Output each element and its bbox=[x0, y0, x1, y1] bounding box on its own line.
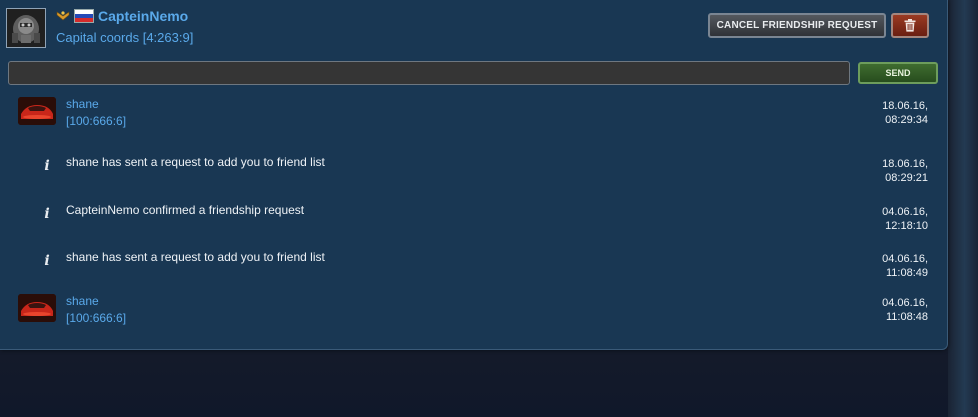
robot-avatar-icon bbox=[7, 9, 45, 47]
profile-avatar[interactable] bbox=[6, 8, 46, 48]
system-message-text: shane has sent a request to add you to f… bbox=[66, 155, 325, 169]
system-message-text: shane has sent a request to add you to f… bbox=[66, 250, 325, 264]
message-time: 11:08:48 bbox=[885, 311, 928, 323]
sender-name[interactable]: shane bbox=[66, 294, 99, 308]
rank-insignia-icon bbox=[56, 9, 70, 21]
send-button[interactable]: SEND bbox=[858, 62, 938, 84]
sender-name[interactable]: shane bbox=[66, 97, 99, 111]
message-time: 08:29:21 bbox=[885, 172, 928, 184]
message-date: 18.06.16, bbox=[882, 158, 928, 170]
message-row: shane [100:666:6] 04.06.16, 11:08:48 bbox=[0, 294, 947, 328]
message-date: 04.06.16, bbox=[882, 253, 928, 265]
message-date: 04.06.16, bbox=[882, 206, 928, 218]
message-row: i shane has sent a request to add you to… bbox=[0, 155, 947, 185]
system-message-text: CapteinNemo confirmed a friendship reque… bbox=[66, 203, 305, 217]
info-icon: i bbox=[44, 206, 50, 222]
trash-icon bbox=[904, 19, 916, 32]
russia-flag-icon bbox=[74, 9, 94, 23]
message-row: i shane has sent a request to add you to… bbox=[0, 250, 947, 280]
message-date: 04.06.16, bbox=[882, 297, 928, 309]
message-input[interactable] bbox=[8, 61, 850, 85]
message-time: 08:29:34 bbox=[885, 114, 928, 126]
info-icon: i bbox=[44, 253, 50, 269]
message-row: i CapteinNemo confirmed a friendship req… bbox=[0, 203, 947, 233]
sender-coords[interactable]: [100:666:6] bbox=[66, 311, 126, 325]
conversation-panel: CapteinNemo Capital coords [4:263:9] CAN… bbox=[0, 0, 948, 350]
cancel-friendship-button[interactable]: CANCEL FRIENDSHIP REQUEST bbox=[708, 13, 886, 38]
message-date: 18.06.16, bbox=[882, 100, 928, 112]
message-row: shane [100:666:6] 18.06.16, 08:29:34 bbox=[0, 97, 947, 131]
capital-coords-link[interactable]: Capital coords [4:263:9] bbox=[56, 30, 193, 45]
car-avatar-icon[interactable] bbox=[18, 294, 56, 322]
car-avatar-icon[interactable] bbox=[18, 97, 56, 125]
profile-username[interactable]: CapteinNemo bbox=[98, 8, 188, 24]
delete-button[interactable] bbox=[891, 13, 929, 38]
message-time: 11:08:49 bbox=[885, 267, 928, 279]
scroll-rail bbox=[948, 0, 978, 417]
info-icon: i bbox=[44, 158, 50, 174]
sender-coords[interactable]: [100:666:6] bbox=[66, 114, 126, 128]
message-time: 12:18:10 bbox=[885, 220, 928, 232]
background-floor bbox=[0, 352, 978, 417]
